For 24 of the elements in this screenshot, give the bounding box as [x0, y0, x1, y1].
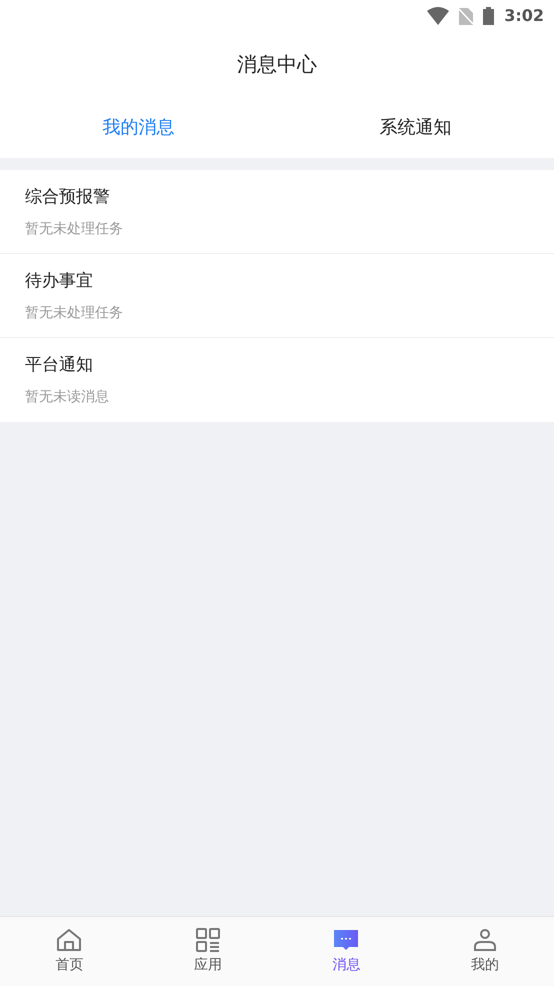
chat-bubble-icon — [334, 929, 358, 951]
nav-tab[interactable]: 消息 — [277, 917, 416, 986]
message-row[interactable]: 平台通知 暂无未读消息 — [0, 338, 554, 422]
no-sim-icon — [459, 8, 474, 24]
page-title: 消息中心 — [237, 51, 317, 78]
message-subtitle: 暂无未读消息 — [25, 388, 109, 406]
tab[interactable]: 系统通知 — [277, 96, 554, 158]
message-title: 综合预报警 — [25, 186, 110, 208]
nav-tab[interactable]: 首页 — [0, 917, 138, 986]
status-time: 3:02 — [504, 5, 544, 27]
grid-icon — [196, 928, 220, 952]
message-subtitle: 暂无未处理任务 — [25, 220, 123, 238]
battery-icon — [483, 7, 494, 25]
message-subtitle: 暂无未处理任务 — [25, 304, 123, 322]
message-row[interactable]: 待办事宜 暂无未处理任务 — [0, 254, 554, 338]
tab[interactable]: 我的消息 — [0, 96, 277, 158]
message-row[interactable]: 综合预报警 暂无未处理任务 — [0, 170, 554, 254]
person-icon — [472, 928, 497, 952]
message-title: 待办事宜 — [25, 270, 93, 292]
wifi-icon — [427, 7, 450, 25]
message-title: 平台通知 — [25, 354, 93, 376]
home-icon — [56, 928, 82, 952]
nav-tab[interactable]: 我的 — [416, 917, 554, 986]
nav-tab[interactable]: 应用 — [138, 917, 277, 986]
